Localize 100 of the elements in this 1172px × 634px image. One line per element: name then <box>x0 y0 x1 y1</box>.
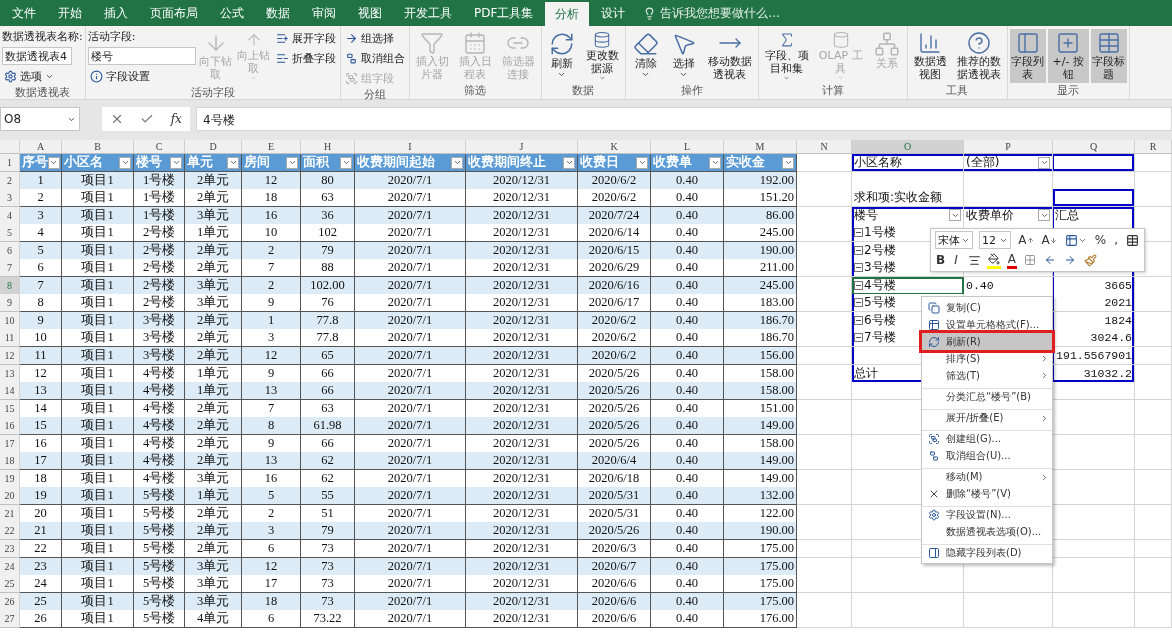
group-label: 分组 <box>362 87 387 102</box>
table-cell: 5号楼 <box>134 575 185 594</box>
table-cell: 项目1 <box>62 522 134 541</box>
table-cell: 2020/7/1 <box>355 540 466 559</box>
table-cell: 2号楼 <box>134 294 185 313</box>
table-cell: 183.00 <box>724 294 797 313</box>
table-cell: 0.40 <box>651 224 724 243</box>
table-cell: 2020/7/1 <box>355 294 466 313</box>
column-letter: J <box>466 140 578 154</box>
table-cell: 10 <box>242 224 301 243</box>
table-cell: 79 <box>301 522 355 541</box>
table-cell: 2单元 <box>185 347 242 365</box>
value-label: 求和项:实收金额 <box>854 189 943 207</box>
table-cell: 项目1 <box>62 329 134 348</box>
row-number: 1 <box>0 154 20 172</box>
table-cell: 2020/12/31 <box>466 522 578 541</box>
table-cell: 2020/6/2 <box>578 347 651 365</box>
table-cell: 3单元 <box>185 575 242 594</box>
table-cell: 项目1 <box>62 417 134 436</box>
table-cell: 7 <box>242 259 301 278</box>
table-cell: 1单元 <box>185 487 242 506</box>
column-letter: N <box>797 140 852 154</box>
table-cell: 245.00 <box>724 224 797 243</box>
column-letter: E <box>242 140 301 154</box>
column-header: 收费单价 <box>966 206 1014 224</box>
table-cell: 61.98 <box>301 417 355 436</box>
table-cell: 3号楼 <box>134 329 185 348</box>
column-letter: P <box>964 140 1053 154</box>
table-cell: 2020/7/1 <box>355 522 466 541</box>
table-cell: 132.00 <box>724 487 797 506</box>
table-cell: 6 <box>242 540 301 559</box>
table-cell: 21 <box>20 522 62 541</box>
table-cell: 63 <box>301 189 355 208</box>
table-cell: 0.40 <box>651 347 724 365</box>
row-number: 16 <box>0 417 20 436</box>
table-cell: 2020/5/26 <box>578 522 651 541</box>
cell-value: 3024.6 <box>1090 331 1132 345</box>
column-header: 收费期间起始 <box>357 154 435 171</box>
cell-value: 3665 <box>1104 278 1132 292</box>
column-letter: Q <box>1053 140 1135 154</box>
table-cell: 3 <box>242 329 301 348</box>
cell-value: 1824 <box>1104 313 1132 327</box>
table-cell: 5号楼 <box>134 610 185 629</box>
group-label: 数据透视表 <box>13 85 71 100</box>
table-cell: 73 <box>301 575 355 594</box>
table-cell: 0.40 <box>651 610 724 629</box>
table-cell: 2单元 <box>185 417 242 436</box>
table-cell: 65 <box>301 347 355 365</box>
table-cell: 4单元 <box>185 610 242 629</box>
field-label: 活动字段: <box>87 29 137 45</box>
table-cell: 项目1 <box>62 487 134 506</box>
table-cell: 2020/6/6 <box>578 575 651 594</box>
table-cell: 2020/6/6 <box>578 610 651 629</box>
table-cell: 13 <box>242 452 301 471</box>
table-cell: 17 <box>20 452 62 471</box>
table-cell: 0.40 <box>651 259 724 278</box>
table-cell: 11 <box>20 347 62 365</box>
table-cell: 2020/7/1 <box>355 259 466 278</box>
table-cell: 0.40 <box>651 189 724 208</box>
table-cell: 2 <box>20 189 62 208</box>
table-cell: 73 <box>301 540 355 559</box>
table-cell: 2020/7/1 <box>355 382 466 401</box>
column-header: 收费期间终止 <box>468 154 546 171</box>
table-cell: 24 <box>20 575 62 594</box>
table-cell: 2020/12/31 <box>466 224 578 243</box>
table-cell: 2020/5/31 <box>578 487 651 506</box>
column-letter: I <box>355 140 466 154</box>
table-cell: 73.22 <box>301 610 355 629</box>
table-cell: 2020/6/4 <box>578 452 651 471</box>
cell-value: 0.40 <box>966 278 994 292</box>
table-cell: 2020/12/31 <box>466 347 578 365</box>
column-header: 楼号 <box>854 206 878 224</box>
table-cell: 2单元 <box>185 259 242 278</box>
table-cell: 190.00 <box>724 522 797 541</box>
field-label: 数据透视表名称: <box>2 29 83 45</box>
table-cell: 0.40 <box>651 540 724 559</box>
table-cell: 22 <box>20 540 62 559</box>
cell-value: 31032.2 <box>1083 366 1132 380</box>
row-number: 22 <box>0 522 20 541</box>
column-header: 小区名 <box>64 154 103 171</box>
table-cell: 149.00 <box>724 452 797 471</box>
group-label: 工具 <box>945 83 970 99</box>
group-label: 活动字段 <box>189 85 236 100</box>
row-number: 20 <box>0 487 20 506</box>
table-cell: 4号楼 <box>134 452 185 471</box>
table-cell: 2020/12/31 <box>466 294 578 313</box>
table-cell: 项目1 <box>62 575 134 594</box>
table-cell: 2020/7/1 <box>355 347 466 365</box>
table-cell: 3单元 <box>185 294 242 313</box>
column-letter: B <box>62 140 134 154</box>
table-cell: 2020/12/31 <box>466 382 578 401</box>
table-cell: 2020/7/1 <box>355 417 466 436</box>
table-cell: 2020/12/31 <box>466 575 578 594</box>
column-letter: O <box>852 140 964 154</box>
table-cell: 项目1 <box>62 259 134 278</box>
table-cell: 0.40 <box>651 452 724 471</box>
table-cell: 9 <box>242 294 301 313</box>
table-cell: 2020/7/1 <box>355 329 466 348</box>
table-cell: 5号楼 <box>134 522 185 541</box>
group-label: 筛选 <box>463 83 488 99</box>
